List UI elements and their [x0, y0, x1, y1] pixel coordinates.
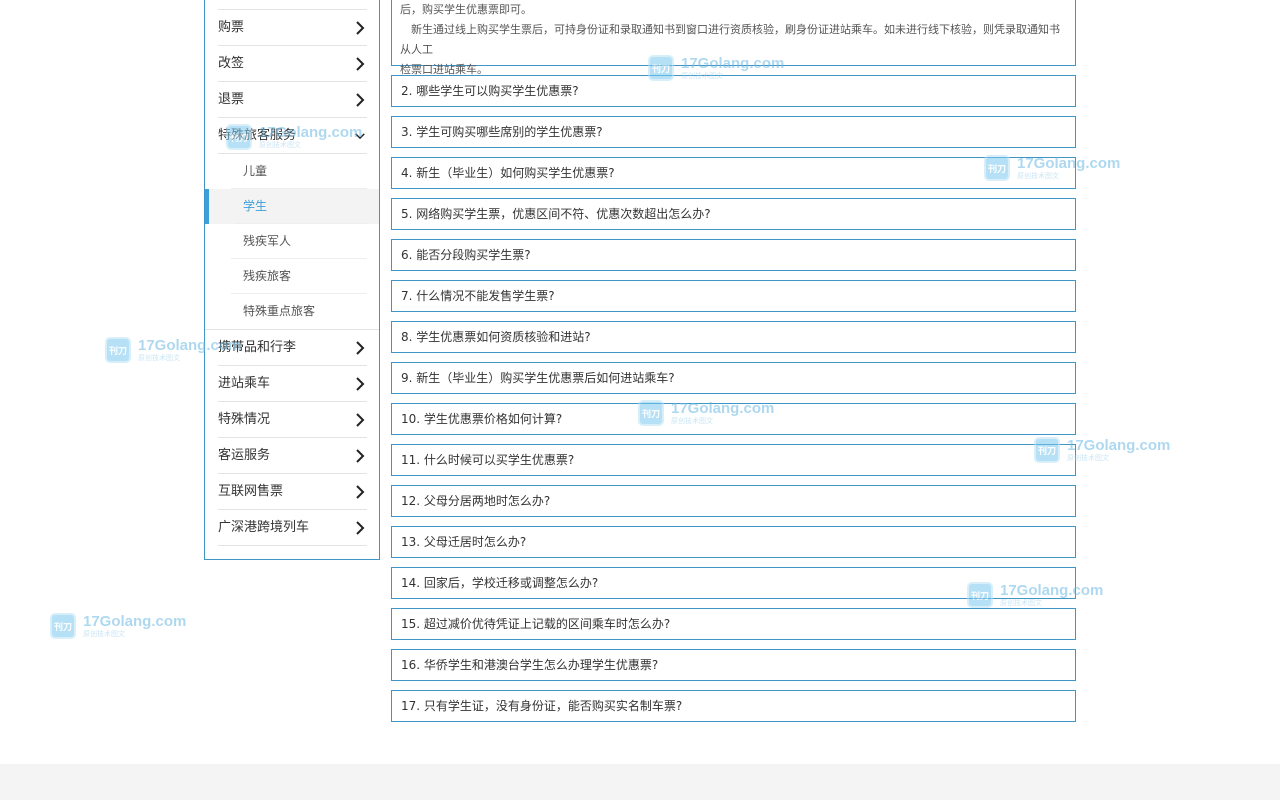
faq-question[interactable]: 9. 新生（毕业生）购买学生优惠票后如何进站乘车? — [391, 362, 1076, 394]
faq-answer-text: 后，购买学生优惠票即可。 — [400, 3, 532, 16]
page-footer — [0, 764, 1280, 800]
faq-question[interactable]: 8. 学生优惠票如何资质核验和进站? — [391, 321, 1076, 353]
chevron-right-icon — [353, 438, 367, 473]
sidebar-nav: 购票 改签 退票 特殊旅客服务 儿童 学生 残疾军人 残疾旅客 特殊重点旅客 携… — [204, 0, 380, 560]
sidebar-subitem-label: 残疾军人 — [243, 234, 292, 248]
sidebar-top-divider — [218, 0, 367, 10]
faq-question[interactable]: 13. 父母迁居时怎么办? — [391, 526, 1076, 558]
chevron-right-icon — [353, 510, 367, 545]
sidebar-item-label: 进站乘车 — [218, 376, 271, 391]
faq-question[interactable]: 4. 新生（毕业生）如何购买学生优惠票? — [391, 157, 1076, 189]
faq-question[interactable]: 5. 网络购买学生票，优惠区间不符、优惠次数超出怎么办? — [391, 198, 1076, 230]
sidebar-subitem-student[interactable]: 学生 — [205, 189, 379, 224]
faq-answer-expanded: 后，购买学生优惠票即可。 新生通过线上购买学生票后，可持身份证和录取通知书到窗口… — [391, 0, 1076, 76]
page: 购票 改签 退票 特殊旅客服务 儿童 学生 残疾军人 残疾旅客 特殊重点旅客 携… — [0, 0, 1280, 800]
faq-question[interactable]: 14. 回家后，学校迁移或调整怎么办? — [391, 567, 1076, 599]
faq-list: 后，购买学生优惠票即可。 新生通过线上购买学生票后，可持身份证和录取通知书到窗口… — [391, 0, 1076, 722]
sidebar-item-label: 退票 — [218, 92, 245, 107]
chevron-right-icon — [353, 82, 367, 117]
sidebar-item-purchase[interactable]: 购票 — [218, 10, 367, 46]
faq-question[interactable]: 2. 哪些学生可以购买学生优惠票? — [391, 75, 1076, 107]
faq-question[interactable]: 16. 华侨学生和港澳台学生怎么办理学生优惠票? — [391, 649, 1076, 681]
sidebar-item-online-ticketing[interactable]: 互联网售票 — [218, 474, 367, 510]
faq-question[interactable]: 7. 什么情况不能发售学生票? — [391, 280, 1076, 312]
faq-question[interactable]: 11. 什么时候可以买学生优惠票? — [391, 444, 1076, 476]
watermark-logo-icon: 刊刀 — [50, 613, 76, 639]
sidebar-item-label: 广深港跨境列车 — [218, 520, 310, 535]
chevron-right-icon — [353, 474, 367, 509]
faq-question[interactable]: 12. 父母分居两地时怎么办? — [391, 485, 1076, 517]
sidebar-item-label: 客运服务 — [218, 448, 271, 463]
watermark-logo-icon: 刊刀 — [105, 337, 131, 363]
sidebar-item-luggage[interactable]: 携带品和行李 — [218, 330, 367, 366]
faq-question[interactable]: 10. 学生优惠票价格如何计算? — [391, 403, 1076, 435]
chevron-right-icon — [353, 10, 367, 45]
sidebar-item-label: 改签 — [218, 56, 245, 71]
sidebar-item-label: 购票 — [218, 20, 245, 35]
sidebar-submenu: 儿童 学生 残疾军人 残疾旅客 特殊重点旅客 — [205, 154, 379, 330]
sidebar-submenu-wrapper: 儿童 学生 残疾军人 残疾旅客 特殊重点旅客 — [205, 154, 379, 330]
chevron-right-icon — [353, 46, 367, 81]
sidebar-subitem-disabled-soldier[interactable]: 残疾军人 — [205, 224, 379, 259]
sidebar-item-special-cases[interactable]: 特殊情况 — [218, 402, 367, 438]
faq-question[interactable]: 3. 学生可购买哪些席别的学生优惠票? — [391, 116, 1076, 148]
sidebar-item-label: 携带品和行李 — [218, 340, 297, 355]
sidebar-item-boarding[interactable]: 进站乘车 — [218, 366, 367, 402]
sidebar-subitem-label: 残疾旅客 — [243, 269, 292, 283]
sidebar-item-refund[interactable]: 退票 — [218, 82, 367, 118]
watermark-brand: 17Golang.com 原创技术图文 — [1067, 437, 1171, 462]
sidebar-item-label: 特殊情况 — [218, 412, 271, 427]
sidebar-menu: 购票 改签 退票 特殊旅客服务 儿童 学生 残疾军人 残疾旅客 特殊重点旅客 携… — [205, 0, 379, 546]
sidebar-item-change[interactable]: 改签 — [218, 46, 367, 82]
chevron-right-icon — [353, 366, 367, 401]
chevron-right-icon — [353, 402, 367, 437]
faq-question[interactable]: 6. 能否分段购买学生票? — [391, 239, 1076, 271]
sidebar-subitem-child[interactable]: 儿童 — [205, 154, 379, 189]
sidebar-item-passenger-service[interactable]: 客运服务 — [218, 438, 367, 474]
sidebar-subitem-label: 特殊重点旅客 — [243, 304, 316, 318]
sidebar-subitem-key-passenger[interactable]: 特殊重点旅客 — [205, 294, 379, 329]
watermark: 刊刀 17Golang.com 原创技术图文 — [50, 613, 186, 639]
faq-question[interactable]: 17. 只有学生证，没有身份证，能否购买实名制车票? — [391, 690, 1076, 722]
sidebar-subitem-disabled-passenger[interactable]: 残疾旅客 — [205, 259, 379, 294]
sidebar-subitem-label: 学生 — [243, 199, 268, 213]
watermark-brand: 17Golang.com 原创技术图文 — [83, 613, 187, 638]
sidebar-item-label: 特殊旅客服务 — [218, 128, 297, 143]
sidebar-item-special-passenger[interactable]: 特殊旅客服务 — [218, 118, 367, 154]
chevron-down-icon — [353, 118, 367, 153]
faq-answer-text: 新生通过线上购买学生票后，可持身份证和录取通知书到窗口进行资质核验，刷身份证进站… — [400, 23, 1060, 56]
sidebar-subitem-label: 儿童 — [243, 164, 268, 178]
sidebar-item-cross-border-train[interactable]: 广深港跨境列车 — [218, 510, 367, 546]
chevron-right-icon — [353, 330, 367, 365]
sidebar-item-label: 互联网售票 — [218, 484, 284, 499]
faq-question[interactable]: 15. 超过减价优待凭证上记载的区间乘车时怎么办? — [391, 608, 1076, 640]
